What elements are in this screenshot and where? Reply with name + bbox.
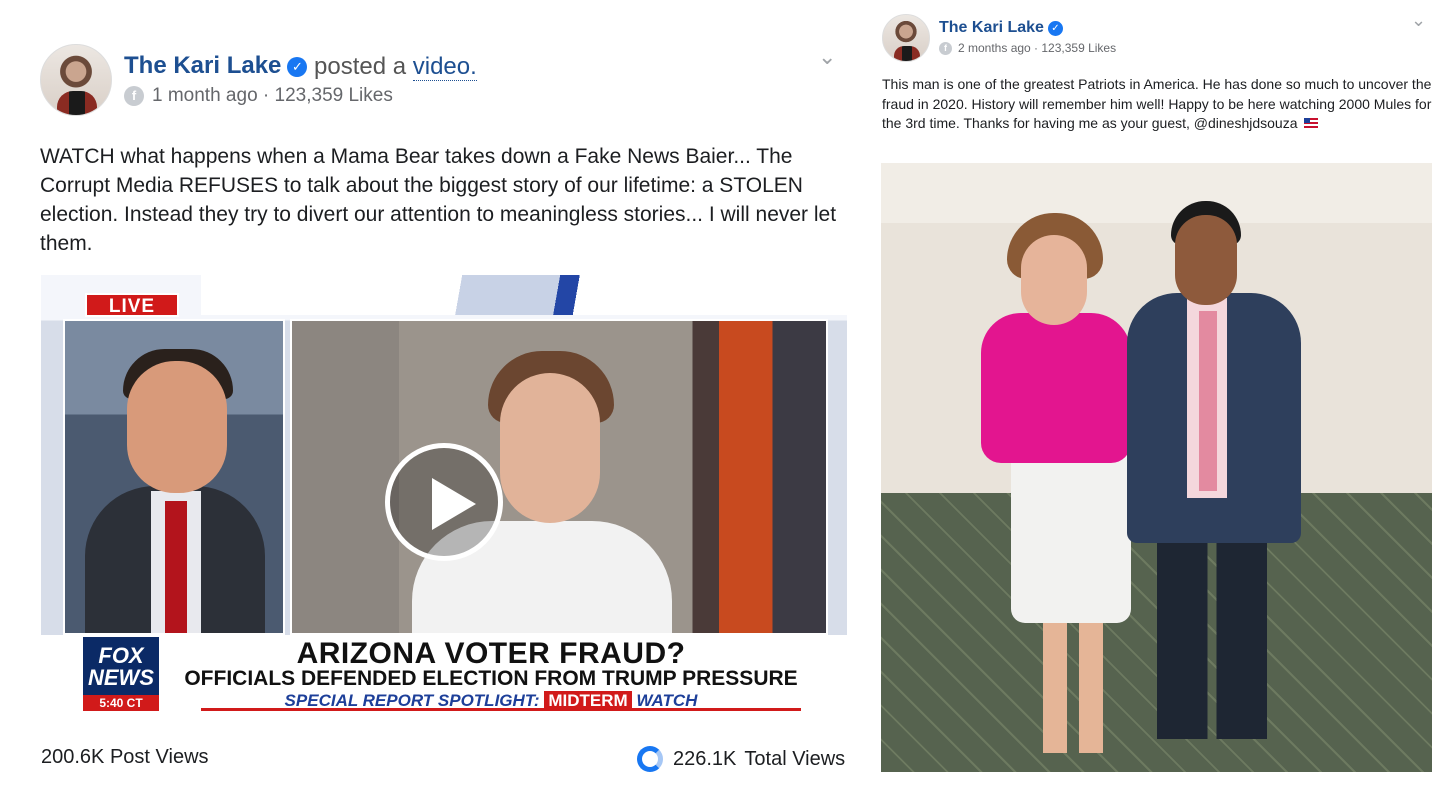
post-likes: 123,359 Likes — [274, 85, 393, 106]
post-time[interactable]: 1 month ago — [152, 85, 258, 107]
ticker-tag: MIDTERM — [544, 691, 632, 710]
post-action-text: posted a video. — [314, 53, 477, 81]
guest-video-pane — [290, 319, 828, 635]
posted-prefix: posted a — [314, 53, 407, 80]
chyron-headline: ARIZONA VOTER FRAUD? — [296, 637, 686, 670]
post-text: WATCH what happens when a Mama Bear take… — [40, 145, 837, 255]
video-player[interactable]: LIVE FOX NEWS 5:40 CT ARIZONA VOTER FRAU… — [41, 275, 847, 731]
post-views-label: Post Views — [109, 746, 209, 768]
globe-icon: f — [124, 86, 144, 106]
network-line1: FOX — [98, 643, 144, 668]
globe-icon: f — [939, 41, 952, 55]
chyron-subheadline: OFFICIALS DEFENDED ELECTION FROM TRUMP P… — [184, 667, 798, 690]
post-meta-text: 2 months ago · 123,359 Likes — [958, 41, 1117, 55]
video-post: The Kari Lake ✓ posted a video. f 1 month… — [0, 0, 868, 798]
ticker-prefix: SPECIAL REPORT SPOTLIGHT: — [284, 691, 540, 710]
ticker-suffix: WATCH — [636, 691, 698, 710]
author-avatar[interactable] — [40, 44, 112, 116]
chevron-down-icon[interactable]: ⌄ — [1411, 10, 1426, 31]
author-name-link[interactable]: The Kari Lake ✓ — [939, 19, 1063, 37]
play-icon[interactable] — [385, 443, 503, 561]
total-views-label: Total Views — [744, 747, 846, 770]
post-photo[interactable] — [881, 163, 1432, 772]
views-ring-icon — [637, 746, 663, 772]
post-meta: f 1 month ago · 123,359 Likes — [124, 85, 393, 107]
video-link[interactable]: video. — [412, 53, 477, 81]
author-name[interactable]: The Kari Lake — [124, 52, 281, 79]
post-text: This man is one of the greatest Patriots… — [882, 76, 1432, 131]
anchor-video-pane — [63, 319, 285, 635]
chevron-down-icon[interactable]: ⌄ — [818, 44, 836, 70]
verified-badge-icon: ✓ — [1047, 21, 1063, 36]
verified-badge-icon: ✓ — [287, 57, 308, 77]
network-line2: NEWS — [88, 665, 154, 690]
meta-separator: · — [257, 85, 275, 106]
chyron-ticker: SPECIAL REPORT SPOTLIGHT: MIDTERM WATCH — [161, 691, 821, 711]
author-name[interactable]: The Kari Lake — [939, 19, 1044, 36]
post-meta: f 2 months ago · 123,359 Likes — [939, 41, 1116, 55]
author-avatar[interactable] — [882, 14, 930, 62]
total-views[interactable]: 226.1K Total Views — [637, 746, 845, 772]
broadcast-graphic — [201, 275, 847, 315]
photo-post: The Kari Lake ✓ f 2 months ago · 123,359 … — [868, 0, 1456, 798]
broadcast-clock: 5:40 CT — [83, 695, 159, 711]
author-name-link[interactable]: The Kari Lake ✓ — [124, 52, 308, 80]
total-views-value: 226.1K — [673, 747, 737, 770]
post-views-value: 200.6K — [41, 746, 105, 768]
post-text-container: This man is one of the greatest Patriots… — [882, 75, 1442, 134]
us-flag-icon — [1304, 118, 1319, 128]
post-views: 200.6K Post Views — [41, 746, 209, 769]
network-logo: FOX NEWS 5:40 CT — [83, 637, 159, 711]
live-badge: LIVE — [85, 293, 179, 317]
